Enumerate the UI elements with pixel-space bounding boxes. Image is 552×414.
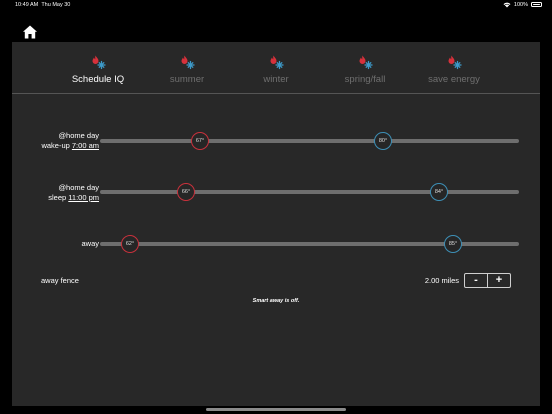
tab-label: Schedule IQ	[71, 74, 125, 85]
row-subtitle: sleep 11:00 pm	[48, 193, 99, 203]
home-button[interactable]	[22, 24, 38, 40]
row-title: away	[81, 239, 99, 248]
time-text: 10:49 AM	[15, 2, 39, 8]
away-fence-label: away fence	[41, 276, 79, 285]
away-cool-handle[interactable]: 85°	[444, 235, 462, 253]
schedule-tabs: Schedule IQ summer winter spring/fall sa…	[12, 42, 540, 94]
wake-up-slider-track[interactable]	[100, 139, 519, 143]
tab-label: summer	[169, 74, 205, 85]
smart-away-note: Smart away is off.	[252, 298, 300, 304]
row-label-away: away	[81, 239, 99, 249]
home-indicator[interactable]	[206, 408, 346, 411]
row-title: @home day	[58, 183, 99, 192]
row-title: @home day	[58, 131, 99, 140]
battery-text: 100%	[513, 1, 528, 8]
tab-winter[interactable]: winter	[236, 54, 316, 85]
sleep-slider-track[interactable]	[100, 190, 519, 194]
decrease-button[interactable]: -	[465, 274, 487, 287]
tab-schedule-iq[interactable]: Schedule IQ	[58, 54, 138, 85]
tab-label: winter	[263, 74, 289, 85]
tab-spring-fall[interactable]: spring/fall	[325, 54, 405, 85]
date-text: Thu May 30	[41, 2, 71, 8]
increase-button[interactable]: +	[487, 274, 510, 287]
status-time: 10:49 AM Thu May 30	[15, 2, 70, 8]
row-period: wake-up	[41, 141, 70, 150]
tab-label: spring/fall	[344, 74, 386, 85]
status-bar: 10:49 AM Thu May 30 100%	[0, 0, 552, 10]
tab-summer[interactable]: summer	[147, 54, 227, 85]
away-heat-handle[interactable]: 62°	[121, 235, 139, 253]
row-label-sleep: @home day sleep 11:00 pm	[48, 183, 99, 203]
wake-up-cool-handle[interactable]: 80°	[374, 132, 392, 150]
wake-up-time-link[interactable]: 7:00 am	[72, 141, 99, 150]
flame-snowflake-icon	[359, 55, 373, 70]
sleep-cool-handle[interactable]: 84°	[430, 183, 448, 201]
home-icon	[23, 25, 37, 39]
status-right: 100%	[503, 2, 542, 8]
tab-label: save energy	[428, 74, 480, 85]
flame-snowflake-icon	[448, 55, 462, 70]
battery-icon	[531, 2, 542, 7]
away-fence-value: 2.00 miles	[424, 276, 459, 285]
flame-snowflake-icon	[92, 55, 106, 70]
row-subtitle: wake-up 7:00 am	[41, 141, 99, 151]
wake-up-heat-handle[interactable]: 67°	[191, 132, 209, 150]
sleep-heat-handle[interactable]: 66°	[177, 183, 195, 201]
row-period: sleep	[48, 193, 67, 202]
sleep-time-link[interactable]: 11:00 pm	[68, 193, 99, 202]
tab-save-energy[interactable]: save energy	[414, 54, 494, 85]
flame-snowflake-icon	[181, 55, 195, 70]
away-fence-stepper: - +	[464, 273, 511, 288]
row-label-wake-up: @home day wake-up 7:00 am	[41, 131, 99, 151]
flame-snowflake-icon	[270, 55, 284, 70]
settings-panel: Schedule IQ summer winter spring/fall sa…	[12, 42, 540, 406]
wifi-icon	[503, 2, 511, 7]
